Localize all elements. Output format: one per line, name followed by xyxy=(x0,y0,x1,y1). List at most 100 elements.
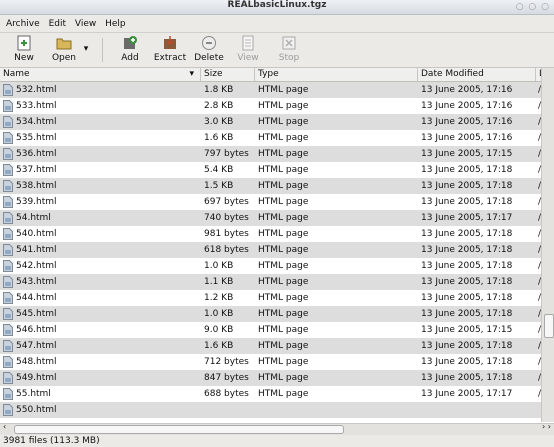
html-file-icon xyxy=(3,372,13,384)
column-date-modified[interactable]: Date Modified xyxy=(418,68,536,81)
menu-help[interactable]: Help xyxy=(105,15,126,33)
file-name: 532.html xyxy=(16,85,57,95)
table-row[interactable]: 548.html 712 bytes HTML page 13 June 2005, … xyxy=(0,354,541,370)
column-name-label: Name xyxy=(3,69,30,79)
horizontal-scroll-thumb[interactable] xyxy=(14,425,344,434)
file-name: 550.html xyxy=(16,405,57,415)
file-name: 543.html xyxy=(16,277,57,287)
column-type[interactable]: Type xyxy=(255,68,418,81)
html-file-icon xyxy=(3,340,13,352)
file-name: 533.html xyxy=(16,101,57,111)
menu-view[interactable]: View xyxy=(75,15,96,33)
file-type: HTML page xyxy=(258,325,309,335)
table-row[interactable]: 550.html xyxy=(0,402,541,418)
delete-button[interactable]: Delete xyxy=(189,35,229,63)
file-size: 847 bytes xyxy=(204,373,249,383)
menu-edit[interactable]: Edit xyxy=(49,15,66,33)
table-row[interactable]: 540.html 981 bytes HTML page 13 June 2005, … xyxy=(0,226,541,242)
table-row[interactable]: 55.html 688 bytes HTML page 13 June 2005, 1… xyxy=(0,386,541,402)
window-title: REALbasicLinux.tgz xyxy=(227,0,327,10)
file-type: HTML page xyxy=(258,293,309,303)
html-file-icon xyxy=(3,356,13,368)
file-date: 13 June 2005, 17:18 xyxy=(421,245,513,255)
add-button[interactable]: Add xyxy=(110,35,150,63)
html-file-icon xyxy=(3,100,13,112)
file-name: 548.html xyxy=(16,357,57,367)
file-date: 13 June 2005, 17:18 xyxy=(421,165,513,175)
file-type: HTML page xyxy=(258,277,309,287)
table-row[interactable]: 536.html 797 bytes HTML page 13 June 2005, … xyxy=(0,146,541,162)
scroll-right-icon[interactable]: › › xyxy=(542,422,551,431)
table-row[interactable]: 546.html 9.0 KB HTML page 13 June 2005, 17:… xyxy=(0,322,541,338)
table-row[interactable]: 543.html 1.1 KB HTML page 13 June 2005, 17:… xyxy=(0,274,541,290)
extract-icon xyxy=(164,36,176,49)
folder-open-icon xyxy=(56,38,72,50)
file-date: 13 June 2005, 17:18 xyxy=(421,229,513,239)
column-size[interactable]: Size xyxy=(201,68,255,81)
file-date: 13 June 2005, 17:18 xyxy=(421,373,513,383)
table-row[interactable]: 549.html 847 bytes HTML page 13 June 2005, … xyxy=(0,370,541,386)
file-name: 55.html xyxy=(16,389,51,399)
new-button[interactable]: New xyxy=(4,35,44,63)
file-list[interactable]: 532.html 1.8 KB HTML page 13 June 2005, 17:… xyxy=(0,82,541,422)
column-name[interactable]: Name ▾ xyxy=(0,68,201,81)
view-document-icon xyxy=(242,35,254,51)
table-row[interactable]: 534.html 3.0 KB HTML page 13 June 2005, 17:… xyxy=(0,114,541,130)
column-header: Name ▾ Size Type Date Modified L xyxy=(0,68,554,82)
table-row[interactable]: 539.html 697 bytes HTML page 13 June 2005, … xyxy=(0,194,541,210)
table-row[interactable]: 532.html 1.8 KB HTML page 13 June 2005, 17:… xyxy=(0,82,541,98)
stop-icon xyxy=(282,36,296,50)
table-row[interactable]: 533.html 2.8 KB HTML page 13 June 2005, 17:… xyxy=(0,98,541,114)
open-dropdown-button[interactable]: ▾ xyxy=(80,44,92,54)
table-row[interactable]: 544.html 1.2 KB HTML page 13 June 2005, 17:… xyxy=(0,290,541,306)
extract-button[interactable]: Extract xyxy=(150,35,190,63)
file-size: 618 bytes xyxy=(204,245,249,255)
file-name: 540.html xyxy=(16,229,57,239)
html-file-icon xyxy=(3,388,13,400)
new-label: New xyxy=(14,53,34,63)
sort-descending-icon: ▾ xyxy=(189,69,194,79)
open-button[interactable]: Open xyxy=(44,35,84,63)
file-type: HTML page xyxy=(258,165,309,175)
file-size: 3.0 KB xyxy=(204,117,234,127)
html-file-icon xyxy=(3,324,13,336)
window-controls[interactable]: ○ ○ ○ xyxy=(516,2,550,12)
toolbar-separator xyxy=(102,38,103,62)
file-size: 1.0 KB xyxy=(204,261,234,271)
file-date: 13 June 2005, 17:17 xyxy=(421,389,513,399)
file-size: 1.2 KB xyxy=(204,293,234,303)
scroll-left-icon[interactable]: ‹ xyxy=(3,422,6,431)
file-type: HTML page xyxy=(258,373,309,383)
table-row[interactable]: 541.html 618 bytes HTML page 13 June 2005, … xyxy=(0,242,541,258)
table-row[interactable]: 542.html 1.0 KB HTML page 13 June 2005, 17:… xyxy=(0,258,541,274)
table-row[interactable]: 535.html 1.6 KB HTML page 13 June 2005, 17:… xyxy=(0,130,541,146)
open-label: Open xyxy=(51,53,77,63)
file-size: 1.8 KB xyxy=(204,85,234,95)
file-date: 13 June 2005, 17:15 xyxy=(421,149,513,159)
file-name: 541.html xyxy=(16,245,57,255)
table-row[interactable]: 538.html 1.5 KB HTML page 13 June 2005, 17:… xyxy=(0,178,541,194)
file-type: HTML page xyxy=(258,229,309,239)
status-bar: 3981 files (113.3 MB) xyxy=(0,435,554,447)
file-date: 13 June 2005, 17:18 xyxy=(421,357,513,367)
vertical-scroll-thumb[interactable] xyxy=(544,314,554,338)
view-button[interactable]: View xyxy=(228,35,268,63)
file-size: 2.8 KB xyxy=(204,101,234,111)
table-row[interactable]: 547.html 1.6 KB HTML page 13 June 2005, 17:… xyxy=(0,338,541,354)
horizontal-scrollbar[interactable]: ‹ › › xyxy=(0,422,554,435)
vertical-scrollbar[interactable] xyxy=(541,68,554,422)
file-type: HTML page xyxy=(258,341,309,351)
table-row[interactable]: 54.html 740 bytes HTML page 13 June 2005, 1… xyxy=(0,210,541,226)
file-type: HTML page xyxy=(258,389,309,399)
file-date: 13 June 2005, 17:18 xyxy=(421,277,513,287)
file-size: 797 bytes xyxy=(204,149,249,159)
delete-label: Delete xyxy=(194,53,224,63)
table-row[interactable]: 537.html 5.4 KB HTML page 13 June 2005, 17:… xyxy=(0,162,541,178)
file-size: 1.5 KB xyxy=(204,181,234,191)
html-file-icon xyxy=(3,404,13,416)
menu-archive[interactable]: Archive xyxy=(6,15,40,33)
table-row[interactable]: 545.html 1.0 KB HTML page 13 June 2005, 17:… xyxy=(0,306,541,322)
file-type: HTML page xyxy=(258,197,309,207)
file-name: 547.html xyxy=(16,341,57,351)
stop-button[interactable]: Stop xyxy=(269,35,309,63)
